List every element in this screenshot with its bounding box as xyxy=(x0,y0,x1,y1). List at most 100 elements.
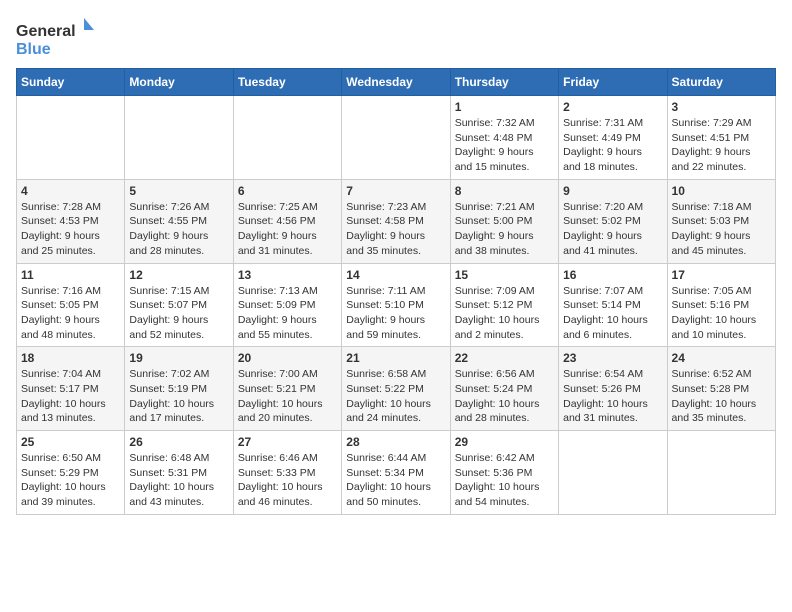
day-info: Sunrise: 7:07 AM Sunset: 5:14 PM Dayligh… xyxy=(563,284,662,343)
calendar-cell: 11 Sunrise: 7:16 AM Sunset: 5:05 PM Dayli… xyxy=(17,263,125,347)
day-number: 22 xyxy=(455,351,554,365)
day-info: Sunrise: 7:00 AM Sunset: 5:21 PM Dayligh… xyxy=(238,367,337,426)
day-number: 15 xyxy=(455,268,554,282)
calendar-cell: 3 Sunrise: 7:29 AM Sunset: 4:51 PM Daylig… xyxy=(667,96,775,180)
day-info: Sunrise: 7:04 AM Sunset: 5:17 PM Dayligh… xyxy=(21,367,120,426)
calendar-cell: 10Sunrise: 7:18 AM Sunset: 5:03 PM Dayli… xyxy=(667,179,775,263)
day-number: 29 xyxy=(455,435,554,449)
calendar-cell: 8 Sunrise: 7:21 AM Sunset: 5:00 PM Daylig… xyxy=(450,179,558,263)
day-number: 18 xyxy=(21,351,120,365)
day-number: 26 xyxy=(129,435,228,449)
day-number: 9 xyxy=(563,184,662,198)
day-number: 7 xyxy=(346,184,445,198)
day-number: 4 xyxy=(21,184,120,198)
calendar-cell: 24 Sunrise: 6:52 AM Sunset: 5:28 PM Dayli… xyxy=(667,347,775,431)
calendar-cell: 1Sunrise: 7:32 AM Sunset: 4:48 PM Daylig… xyxy=(450,96,558,180)
calendar-cell: 4 Sunrise: 7:28 AM Sunset: 4:53 PM Daylig… xyxy=(17,179,125,263)
calendar-cell: 21 Sunrise: 6:58 AM Sunset: 5:22 PM Dayli… xyxy=(342,347,450,431)
day-info: Sunrise: 7:25 AM Sunset: 4:56 PM Dayligh… xyxy=(238,200,337,259)
calendar-week-4: 18 Sunrise: 7:04 AM Sunset: 5:17 PM Dayli… xyxy=(17,347,776,431)
day-info: Sunrise: 7:31 AM Sunset: 4:49 PM Dayligh… xyxy=(563,116,662,175)
calendar-header-thursday: Thursday xyxy=(450,69,558,96)
day-info: Sunrise: 7:15 AM Sunset: 5:07 PM Dayligh… xyxy=(129,284,228,343)
day-info: Sunrise: 7:28 AM Sunset: 4:53 PM Dayligh… xyxy=(21,200,120,259)
day-number: 12 xyxy=(129,268,228,282)
day-number: 25 xyxy=(21,435,120,449)
calendar-cell: 6Sunrise: 7:25 AM Sunset: 4:56 PM Daylig… xyxy=(233,179,341,263)
day-info: Sunrise: 6:56 AM Sunset: 5:24 PM Dayligh… xyxy=(455,367,554,426)
day-info: Sunrise: 7:16 AM Sunset: 5:05 PM Dayligh… xyxy=(21,284,120,343)
calendar-cell: 18 Sunrise: 7:04 AM Sunset: 5:17 PM Dayli… xyxy=(17,347,125,431)
day-info: Sunrise: 7:21 AM Sunset: 5:00 PM Dayligh… xyxy=(455,200,554,259)
calendar-week-5: 25 Sunrise: 6:50 AM Sunset: 5:29 PM Dayli… xyxy=(17,431,776,515)
calendar-header-sunday: Sunday xyxy=(17,69,125,96)
calendar-cell: 13 Sunrise: 7:13 AM Sunset: 5:09 PM Dayli… xyxy=(233,263,341,347)
calendar-header-tuesday: Tuesday xyxy=(233,69,341,96)
calendar-cell: 17Sunrise: 7:05 AM Sunset: 5:16 PM Dayli… xyxy=(667,263,775,347)
calendar-header-row: SundayMondayTuesdayWednesdayThursdayFrid… xyxy=(17,69,776,96)
day-info: Sunrise: 6:44 AM Sunset: 5:34 PM Dayligh… xyxy=(346,451,445,510)
day-info: Sunrise: 6:54 AM Sunset: 5:26 PM Dayligh… xyxy=(563,367,662,426)
day-number: 23 xyxy=(563,351,662,365)
calendar-table: SundayMondayTuesdayWednesdayThursdayFrid… xyxy=(16,68,776,515)
day-info: Sunrise: 7:13 AM Sunset: 5:09 PM Dayligh… xyxy=(238,284,337,343)
calendar-cell xyxy=(17,96,125,180)
calendar-cell: 29 Sunrise: 6:42 AM Sunset: 5:36 PM Dayli… xyxy=(450,431,558,515)
calendar-cell: 16 Sunrise: 7:07 AM Sunset: 5:14 PM Dayli… xyxy=(559,263,667,347)
day-number: 16 xyxy=(563,268,662,282)
svg-text:Blue: Blue xyxy=(16,41,51,58)
calendar-cell: 7 Sunrise: 7:23 AM Sunset: 4:58 PM Daylig… xyxy=(342,179,450,263)
calendar-cell: 2 Sunrise: 7:31 AM Sunset: 4:49 PM Daylig… xyxy=(559,96,667,180)
calendar-week-2: 4 Sunrise: 7:28 AM Sunset: 4:53 PM Daylig… xyxy=(17,179,776,263)
calendar-cell: 23 Sunrise: 6:54 AM Sunset: 5:26 PM Dayli… xyxy=(559,347,667,431)
day-number: 5 xyxy=(129,184,228,198)
calendar-cell xyxy=(559,431,667,515)
calendar-cell: 19Sunrise: 7:02 AM Sunset: 5:19 PM Dayli… xyxy=(125,347,233,431)
day-info: Sunrise: 7:26 AM Sunset: 4:55 PM Dayligh… xyxy=(129,200,228,259)
svg-text:General: General xyxy=(16,23,76,40)
calendar-cell: 15 Sunrise: 7:09 AM Sunset: 5:12 PM Dayli… xyxy=(450,263,558,347)
day-info: Sunrise: 6:58 AM Sunset: 5:22 PM Dayligh… xyxy=(346,367,445,426)
day-info: Sunrise: 6:50 AM Sunset: 5:29 PM Dayligh… xyxy=(21,451,120,510)
calendar-cell: 22 Sunrise: 6:56 AM Sunset: 5:24 PM Dayli… xyxy=(450,347,558,431)
calendar-header-wednesday: Wednesday xyxy=(342,69,450,96)
logo-svg: General Blue xyxy=(16,16,96,60)
calendar-header-saturday: Saturday xyxy=(667,69,775,96)
calendar-cell: 12 Sunrise: 7:15 AM Sunset: 5:07 PM Dayli… xyxy=(125,263,233,347)
calendar-cell: 9 Sunrise: 7:20 AM Sunset: 5:02 PM Daylig… xyxy=(559,179,667,263)
day-number: 20 xyxy=(238,351,337,365)
day-info: Sunrise: 7:23 AM Sunset: 4:58 PM Dayligh… xyxy=(346,200,445,259)
day-number: 8 xyxy=(455,184,554,198)
day-info: Sunrise: 7:32 AM Sunset: 4:48 PM Dayligh… xyxy=(455,116,554,175)
day-number: 17 xyxy=(672,268,771,282)
day-number: 2 xyxy=(563,100,662,114)
day-info: Sunrise: 7:02 AM Sunset: 5:19 PM Dayligh… xyxy=(129,367,228,426)
calendar-cell: 14 Sunrise: 7:11 AM Sunset: 5:10 PM Dayli… xyxy=(342,263,450,347)
day-info: Sunrise: 6:52 AM Sunset: 5:28 PM Dayligh… xyxy=(672,367,771,426)
day-number: 13 xyxy=(238,268,337,282)
day-number: 27 xyxy=(238,435,337,449)
calendar-cell: 5 Sunrise: 7:26 AM Sunset: 4:55 PM Daylig… xyxy=(125,179,233,263)
day-number: 24 xyxy=(672,351,771,365)
day-info: Sunrise: 6:46 AM Sunset: 5:33 PM Dayligh… xyxy=(238,451,337,510)
day-number: 11 xyxy=(21,268,120,282)
calendar-header-monday: Monday xyxy=(125,69,233,96)
logo: General Blue xyxy=(16,16,96,60)
day-info: Sunrise: 6:48 AM Sunset: 5:31 PM Dayligh… xyxy=(129,451,228,510)
calendar-cell: 27 Sunrise: 6:46 AM Sunset: 5:33 PM Dayli… xyxy=(233,431,341,515)
day-info: Sunrise: 7:20 AM Sunset: 5:02 PM Dayligh… xyxy=(563,200,662,259)
calendar-cell: 25 Sunrise: 6:50 AM Sunset: 5:29 PM Dayli… xyxy=(17,431,125,515)
calendar-cell xyxy=(125,96,233,180)
calendar-week-1: 1Sunrise: 7:32 AM Sunset: 4:48 PM Daylig… xyxy=(17,96,776,180)
calendar-cell: 28 Sunrise: 6:44 AM Sunset: 5:34 PM Dayli… xyxy=(342,431,450,515)
day-number: 14 xyxy=(346,268,445,282)
day-info: Sunrise: 7:11 AM Sunset: 5:10 PM Dayligh… xyxy=(346,284,445,343)
day-number: 3 xyxy=(672,100,771,114)
header: General Blue xyxy=(16,16,776,60)
day-number: 28 xyxy=(346,435,445,449)
day-info: Sunrise: 7:09 AM Sunset: 5:12 PM Dayligh… xyxy=(455,284,554,343)
day-info: Sunrise: 6:42 AM Sunset: 5:36 PM Dayligh… xyxy=(455,451,554,510)
day-info: Sunrise: 7:18 AM Sunset: 5:03 PM Dayligh… xyxy=(672,200,771,259)
day-number: 21 xyxy=(346,351,445,365)
day-info: Sunrise: 7:29 AM Sunset: 4:51 PM Dayligh… xyxy=(672,116,771,175)
